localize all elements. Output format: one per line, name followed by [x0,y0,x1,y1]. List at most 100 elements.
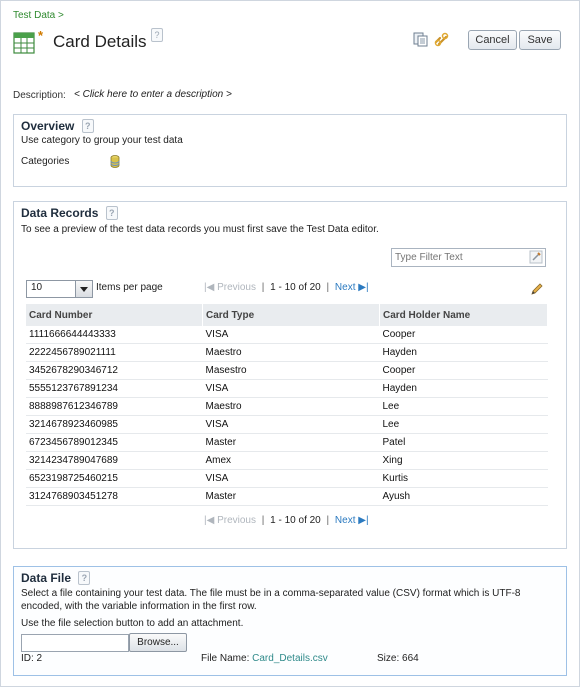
help-icon[interactable]: ? [105,206,118,220]
card-number-cell: 2222456789021111 [26,343,203,362]
data-records-table: Card Number Card Type Card Holder Name 1… [26,304,548,506]
breadcrumb[interactable]: Test Data > [13,10,64,21]
data-file-section: Data File ? Select a file containing you… [13,566,567,676]
card-holder-cell: Cooper [379,361,548,380]
first-page-icon[interactable]: |◀ [204,282,214,293]
file-name-link[interactable]: Card_Details.csv [252,653,328,664]
filter-field[interactable] [391,248,546,267]
filter-input[interactable] [392,249,523,265]
help-icon[interactable]: ? [78,571,91,585]
table-header-row: Card Number Card Type Card Holder Name [26,304,548,326]
data-file-text-1: Select a file containing your test data.… [21,588,521,599]
clear-filter-icon[interactable] [529,250,543,264]
card-holder-cell: Hayden [379,343,548,362]
data-file-text-2: encoded, with the variable information i… [21,601,257,612]
chevron-down-icon[interactable] [75,281,92,297]
page-range: 1 - 10 of 20 [270,282,321,293]
file-id: ID: 2 [21,653,43,664]
link-icon[interactable] [434,32,449,47]
card-type-cell: Maestro [202,397,380,416]
card-holder-cell: Hayden [379,379,548,398]
data-records-heading: Data Records ? [21,206,118,220]
next-link[interactable]: Next [335,282,356,293]
overview-heading-text: Overview [21,119,75,133]
last-page-icon[interactable]: ▶| [358,515,368,526]
data-records-note: To see a preview of the test data record… [21,224,379,235]
card-number-cell: 3124768903451278 [26,487,203,506]
editor-frame: Test Data > * Card Details ? Cancel Save… [0,0,580,687]
browse-button[interactable]: Browse... [129,633,187,652]
data-records-heading-text: Data Records [21,206,99,220]
overview-text: Use category to group your test data [21,135,183,146]
categories-label: Categories [21,156,70,167]
card-number-cell: 8888987612346789 [26,397,203,416]
card-number-cell: 6723456789012345 [26,433,203,452]
card-type-cell: Masestro [202,361,380,380]
data-records-section: Data Records ? To see a preview of the t… [13,201,567,549]
data-file-text-3: Use the file selection button to add an … [21,618,244,629]
column-header[interactable]: Card Number [26,304,203,326]
card-holder-cell: Lee [379,415,548,434]
page-range: 1 - 10 of 20 [270,515,321,526]
help-icon[interactable]: ? [151,28,163,42]
table-row[interactable]: 8888987612346789 Maestro Lee [26,397,548,416]
page-size-select[interactable]: 10 [26,280,93,298]
card-type-cell: VISA [202,326,380,344]
card-holder-cell: Lee [379,397,548,416]
last-page-icon[interactable]: ▶| [358,282,368,293]
card-number-cell: 6523198725460215 [26,469,203,488]
previous-link[interactable]: Previous [217,282,256,293]
table-row[interactable]: 3452678290346712 Masestro Cooper [26,361,548,380]
pager-bottom: |◀ Previous | 1 - 10 of 20 | Next ▶| [204,515,369,526]
column-header[interactable]: Card Type [202,304,380,326]
table-row[interactable]: 2222456789021111 Maestro Hayden [26,343,548,362]
data-file-heading-text: Data File [21,571,72,585]
card-type-cell: VISA [202,415,380,434]
cancel-button[interactable]: Cancel [468,30,517,50]
file-size: Size: 664 [377,653,419,664]
column-header[interactable]: Card Holder Name [379,304,548,326]
table-row[interactable]: 1111666644443333 VISA Cooper [26,326,548,344]
card-type-cell: Maestro [202,343,380,362]
card-type-cell: Master [202,433,380,452]
pager-top: |◀ Previous | 1 - 10 of 20 | Next ▶| [204,282,369,293]
card-holder-cell: Cooper [379,326,548,344]
card-holder-cell: Patel [379,433,548,452]
card-number-cell: 3214678923460985 [26,415,203,434]
previous-link[interactable]: Previous [217,515,256,526]
card-holder-cell: Kurtis [379,469,548,488]
data-file-heading: Data File ? [21,571,91,585]
pencil-icon[interactable] [530,282,544,296]
table-row[interactable]: 3214678923460985 VISA Lee [26,415,548,434]
file-name-row: File Name: Card_Details.csv [201,653,328,664]
first-page-icon[interactable]: |◀ [204,515,214,526]
card-number-cell: 5555123767891234 [26,379,203,398]
table-row[interactable]: 6523198725460215 VISA Kurtis [26,469,548,488]
card-number-cell: 3452678290346712 [26,361,203,380]
card-holder-cell: Xing [379,451,548,470]
table-row[interactable]: 3214234789047689 Amex Xing [26,451,548,470]
save-button[interactable]: Save [519,30,561,50]
table-icon [13,32,35,54]
card-holder-cell: Ayush [379,487,548,506]
card-type-cell: VISA [202,469,380,488]
table-row[interactable]: 3124768903451278 Master Ayush [26,487,548,506]
overview-heading: Overview ? [21,119,94,133]
page-title: Card Details [53,32,147,51]
description-label: Description: [13,90,66,101]
card-number-cell: 3214234789047689 [26,451,203,470]
dirty-marker: * [38,28,44,43]
items-per-page-label: Items per page [96,282,163,293]
overview-section: Overview ? Use category to group your te… [13,114,567,187]
table-row[interactable]: 6723456789012345 Master Patel [26,433,548,452]
next-link[interactable]: Next [335,515,356,526]
database-icon[interactable] [110,155,120,168]
table-row[interactable]: 5555123767891234 VISA Hayden [26,379,548,398]
copy-icon[interactable] [413,32,428,47]
help-icon[interactable]: ? [81,119,94,133]
file-path-input[interactable] [21,634,129,652]
file-name-label: File Name: [201,653,250,664]
card-number-cell: 1111666644443333 [26,326,203,344]
card-type-cell: Amex [202,451,380,470]
description-link[interactable]: < Click here to enter a description > [74,89,232,100]
